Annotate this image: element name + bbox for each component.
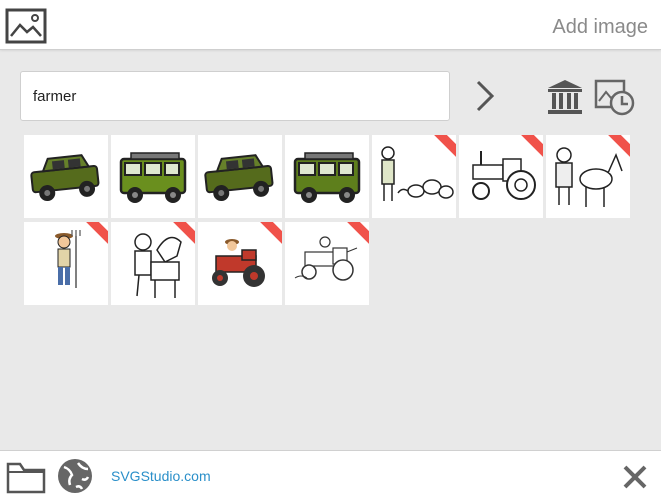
result-thumb-farmer-horse[interactable] [111, 222, 195, 305]
search-box[interactable] [20, 71, 450, 121]
svgstudio-link[interactable]: SVGStudio.com [111, 468, 211, 484]
result-thumb-jeep[interactable] [285, 135, 369, 218]
result-thumb-jeep[interactable] [111, 135, 195, 218]
result-thumb-farmer[interactable] [24, 222, 108, 305]
result-thumb-farmer-donkey[interactable] [546, 135, 630, 218]
search-input[interactable] [33, 87, 437, 105]
result-thumb-jeep[interactable] [24, 135, 108, 218]
image-history-clock-icon[interactable] [594, 77, 636, 117]
farmer-icon [55, 230, 81, 288]
jeep-icon [30, 154, 100, 202]
header-bar: Add image [0, 0, 661, 50]
tractor-sketch-icon [294, 236, 358, 281]
jeep-icon [204, 154, 274, 202]
image-frame-icon [5, 8, 47, 44]
farmer-donkey-icon [555, 147, 623, 207]
result-thumb-jeep[interactable] [198, 135, 282, 218]
footer-bar: SVGStudio.com [0, 450, 661, 500]
result-thumb-tractor-sketch[interactable] [285, 222, 369, 305]
result-thumb-tractor[interactable] [459, 135, 543, 218]
farmer-horse-icon [134, 233, 182, 298]
folder-icon[interactable] [6, 458, 46, 494]
library-building-icon[interactable] [545, 77, 585, 117]
chevron-right-icon[interactable] [472, 78, 498, 114]
jeep-icon [119, 152, 187, 203]
dialog-title: Add image [552, 16, 648, 38]
close-icon[interactable] [622, 464, 648, 490]
farmer-sheep-icon [381, 146, 454, 201]
jeep-icon [293, 152, 361, 203]
red-tractor-icon [212, 239, 265, 287]
globe-icon[interactable] [56, 457, 94, 495]
result-thumb-farmer-sheep[interactable] [372, 135, 456, 218]
result-thumb-red-tractor[interactable] [198, 222, 282, 305]
tractor-icon [472, 151, 536, 200]
